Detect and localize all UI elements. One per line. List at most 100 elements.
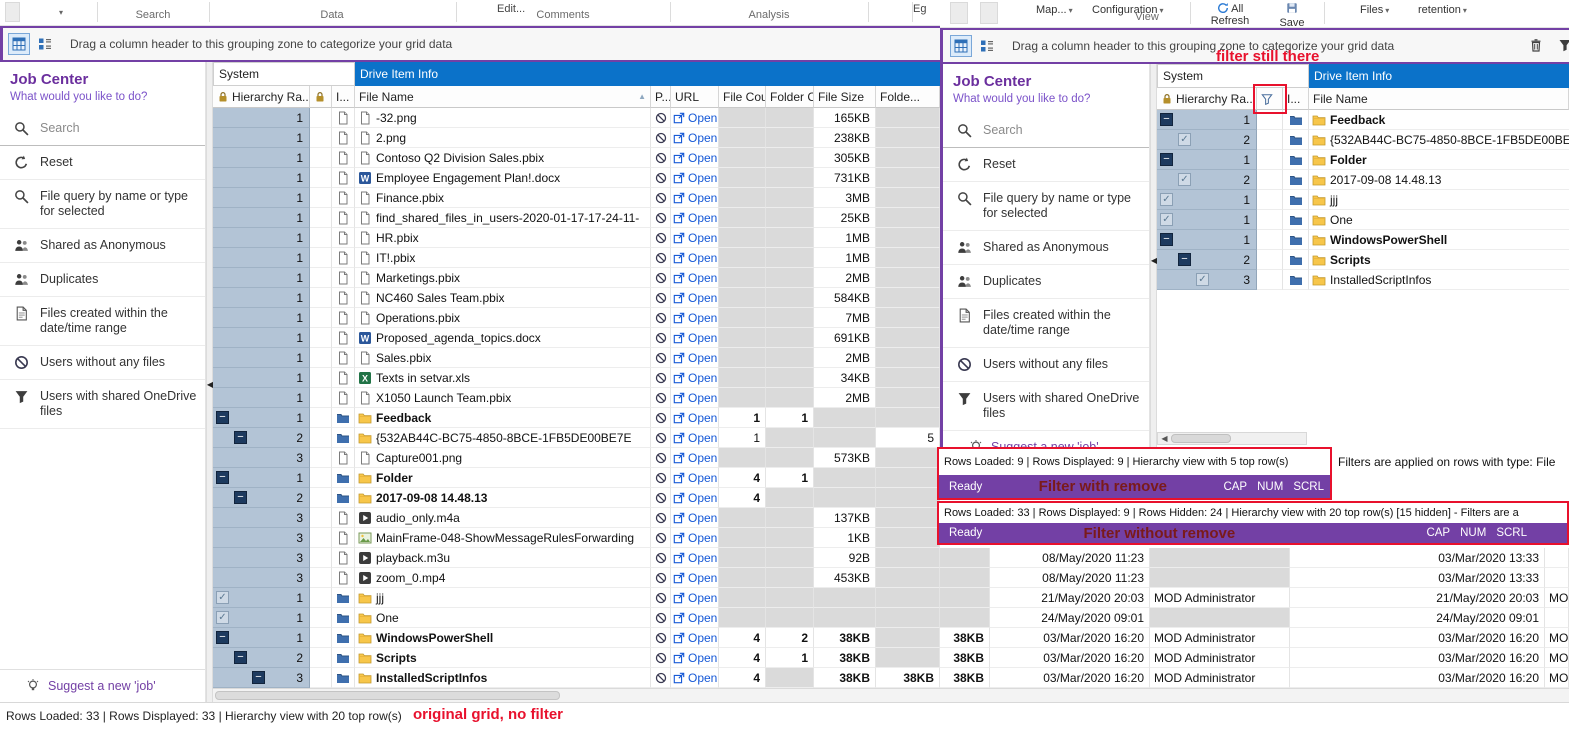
- grid-row[interactable]: 1NC460 Sales Team.pbixOpen584KB: [213, 288, 940, 308]
- job-item-duplicates[interactable]: Duplicates: [943, 265, 1149, 299]
- open-link[interactable]: Open: [671, 231, 717, 245]
- open-link[interactable]: Open: [671, 271, 717, 285]
- job-item-reset[interactable]: Reset: [0, 146, 205, 180]
- open-link[interactable]: Open: [671, 191, 717, 205]
- grid-row-continuation[interactable]: 08/May/2020 11:2303/Mar/2020 13:33: [940, 548, 1569, 568]
- grid-row[interactable]: 1WProposed_agenda_topics.docxOpen691KB: [213, 328, 940, 348]
- grid-row[interactable]: 1Contoso Q2 Division Sales.pbixOpen305KB: [213, 148, 940, 168]
- collapse-expand-toggle[interactable]: −: [1160, 113, 1173, 126]
- job-item-search[interactable]: Search: [943, 114, 1149, 148]
- job-item-duplicates[interactable]: Duplicates: [0, 263, 205, 297]
- job-item-users-with-shared-onedrive-files[interactable]: Users with shared OneDrive files: [0, 380, 205, 429]
- open-link[interactable]: Open: [671, 551, 717, 565]
- job-item-users-without-any-files[interactable]: Users without any files: [943, 348, 1149, 382]
- column-header-hierarchy-rank[interactable]: Hierarchy Ra...: [1157, 88, 1257, 110]
- job-item-shared-as-anonymous[interactable]: Shared as Anonymous: [943, 231, 1149, 265]
- open-link[interactable]: Open: [671, 591, 717, 605]
- grid-view-button[interactable]: [950, 35, 972, 57]
- open-link[interactable]: Open: [671, 211, 717, 225]
- grid-view-button[interactable]: [8, 33, 30, 55]
- suggest-new-job-link[interactable]: Suggest a new 'job': [0, 669, 205, 702]
- open-link[interactable]: Open: [671, 171, 717, 185]
- column-header-file-count[interactable]: File Count: [719, 86, 766, 108]
- open-link[interactable]: Open: [671, 311, 717, 325]
- column-header-file-name[interactable]: File Name: [1309, 88, 1569, 110]
- scrollbar-thumb[interactable]: [1171, 434, 1231, 443]
- collapse-expand-toggle[interactable]: −: [1160, 153, 1173, 166]
- open-link[interactable]: Open: [671, 411, 717, 425]
- horizontal-scrollbar[interactable]: [213, 688, 1569, 702]
- grid-row[interactable]: 1Sales.pbixOpen2MB: [213, 348, 940, 368]
- grid-row[interactable]: 3playback.m3uOpen92B: [213, 548, 940, 568]
- column-header-file-size[interactable]: File Size: [814, 86, 876, 108]
- grid-row[interactable]: −2Scripts: [1157, 250, 1569, 270]
- grid-row[interactable]: −1Feedback: [1157, 110, 1569, 130]
- job-item-search[interactable]: Search: [0, 112, 205, 146]
- job-item-file-query-by-name-or-type-for-selected[interactable]: File query by name or type for selected: [943, 182, 1149, 231]
- grid-row[interactable]: 1Finance.pbixOpen3MB: [213, 188, 940, 208]
- collapse-expand-toggle[interactable]: −: [216, 411, 229, 424]
- grid-row[interactable]: −1WindowsPowerShell: [1157, 230, 1569, 250]
- grid-row[interactable]: −1FolderOpen41: [213, 468, 940, 488]
- grid-row[interactable]: 1WEmployee Engagement Plan!.docxOpen731K…: [213, 168, 940, 188]
- map-dropdown-button[interactable]: Map...▾: [1036, 4, 1073, 16]
- delete-rows-button[interactable]: [1529, 38, 1543, 57]
- sidebar-splitter[interactable]: ◀: [1150, 64, 1157, 447]
- open-link[interactable]: Open: [671, 131, 717, 145]
- job-item-users-with-shared-onedrive-files[interactable]: Users with shared OneDrive files: [943, 382, 1149, 431]
- ribbon-button-eg[interactable]: Eg: [913, 3, 926, 15]
- grid-row-continuation[interactable]: 24/May/2020 09:0124/May/2020 09:01: [940, 608, 1569, 628]
- retention-dropdown-button[interactable]: retention▾: [1418, 4, 1467, 16]
- ribbon-button-edit[interactable]: Edit...: [497, 3, 525, 15]
- save-button[interactable]: Save: [1270, 2, 1314, 29]
- horizontal-scrollbar[interactable]: ◀: [1157, 432, 1307, 445]
- column-header-hierarchy-rank[interactable]: Hierarchy Ra...: [213, 86, 310, 108]
- open-link[interactable]: Open: [671, 571, 717, 585]
- group-header-drive-item-info[interactable]: Drive Item Info: [1309, 64, 1569, 88]
- grid-row[interactable]: ✓2{532AB44C-BC75-4850-8BCE-1FB5DE00BE7E}: [1157, 130, 1569, 150]
- job-item-shared-as-anonymous[interactable]: Shared as Anonymous: [0, 229, 205, 263]
- open-link[interactable]: Open: [671, 511, 717, 525]
- row-checkbox[interactable]: ✓: [216, 611, 229, 624]
- open-link[interactable]: Open: [671, 251, 717, 265]
- card-view-button[interactable]: [976, 35, 998, 57]
- collapse-expand-toggle[interactable]: −: [216, 631, 229, 644]
- grid-row[interactable]: 1-32.pngOpen165KB: [213, 108, 940, 128]
- grid-row[interactable]: −1Folder: [1157, 150, 1569, 170]
- sidebar-splitter[interactable]: ◀: [206, 62, 213, 702]
- open-link[interactable]: Open: [671, 351, 717, 365]
- job-item-users-without-any-files[interactable]: Users without any files: [0, 346, 205, 380]
- row-checkbox[interactable]: ✓: [1178, 173, 1191, 186]
- open-link[interactable]: Open: [671, 151, 717, 165]
- grid-row[interactable]: 3audio_only.m4aOpen137KB: [213, 508, 940, 528]
- files-dropdown-button[interactable]: Files▾: [1360, 4, 1389, 16]
- column-header-url[interactable]: URL: [671, 86, 719, 108]
- collapse-expand-toggle[interactable]: −: [1160, 233, 1173, 246]
- column-header-lock[interactable]: [310, 86, 332, 108]
- open-link[interactable]: Open: [671, 331, 717, 345]
- grid-row[interactable]: 1IT!.pbixOpen1MB: [213, 248, 940, 268]
- grid-row[interactable]: 12.pngOpen238KB: [213, 128, 940, 148]
- open-link[interactable]: Open: [671, 611, 717, 625]
- refresh-all-button[interactable]: All Refresh: [1198, 2, 1262, 27]
- grid-row-continuation[interactable]: 21/May/2020 20:03MOD Administrator21/May…: [940, 588, 1569, 608]
- grid-row[interactable]: 1find_shared_files_in_users-2020-01-17-1…: [213, 208, 940, 228]
- scroll-left-icon[interactable]: ◀: [1158, 434, 1171, 443]
- open-link[interactable]: Open: [671, 471, 717, 485]
- grid-row-continuation[interactable]: 38KB03/Mar/2020 16:20MOD Administrator03…: [940, 628, 1569, 648]
- column-header-folder-size[interactable]: Folde...: [876, 86, 940, 108]
- left-grouping-zone[interactable]: Drag a column header to this grouping zo…: [0, 28, 940, 60]
- grid-row[interactable]: −2ScriptsOpen4138KB: [213, 648, 940, 668]
- job-item-files-created-within-the-date-time-range[interactable]: Files created within the date/time range: [0, 297, 205, 346]
- job-item-reset[interactable]: Reset: [943, 148, 1149, 182]
- open-link[interactable]: Open: [671, 671, 717, 685]
- grid-row[interactable]: ✓1One: [1157, 210, 1569, 230]
- group-header-system[interactable]: System: [213, 62, 355, 86]
- grid-row[interactable]: −1WindowsPowerShellOpen4238KB: [213, 628, 940, 648]
- grid-row-continuation[interactable]: 38KB03/Mar/2020 16:20MOD Administrator03…: [940, 648, 1569, 668]
- filter-button[interactable]: [1558, 38, 1569, 57]
- open-link[interactable]: Open: [671, 631, 717, 645]
- open-link[interactable]: Open: [671, 431, 717, 445]
- open-link[interactable]: Open: [671, 651, 717, 665]
- grid-row[interactable]: 1HR.pbixOpen1MB: [213, 228, 940, 248]
